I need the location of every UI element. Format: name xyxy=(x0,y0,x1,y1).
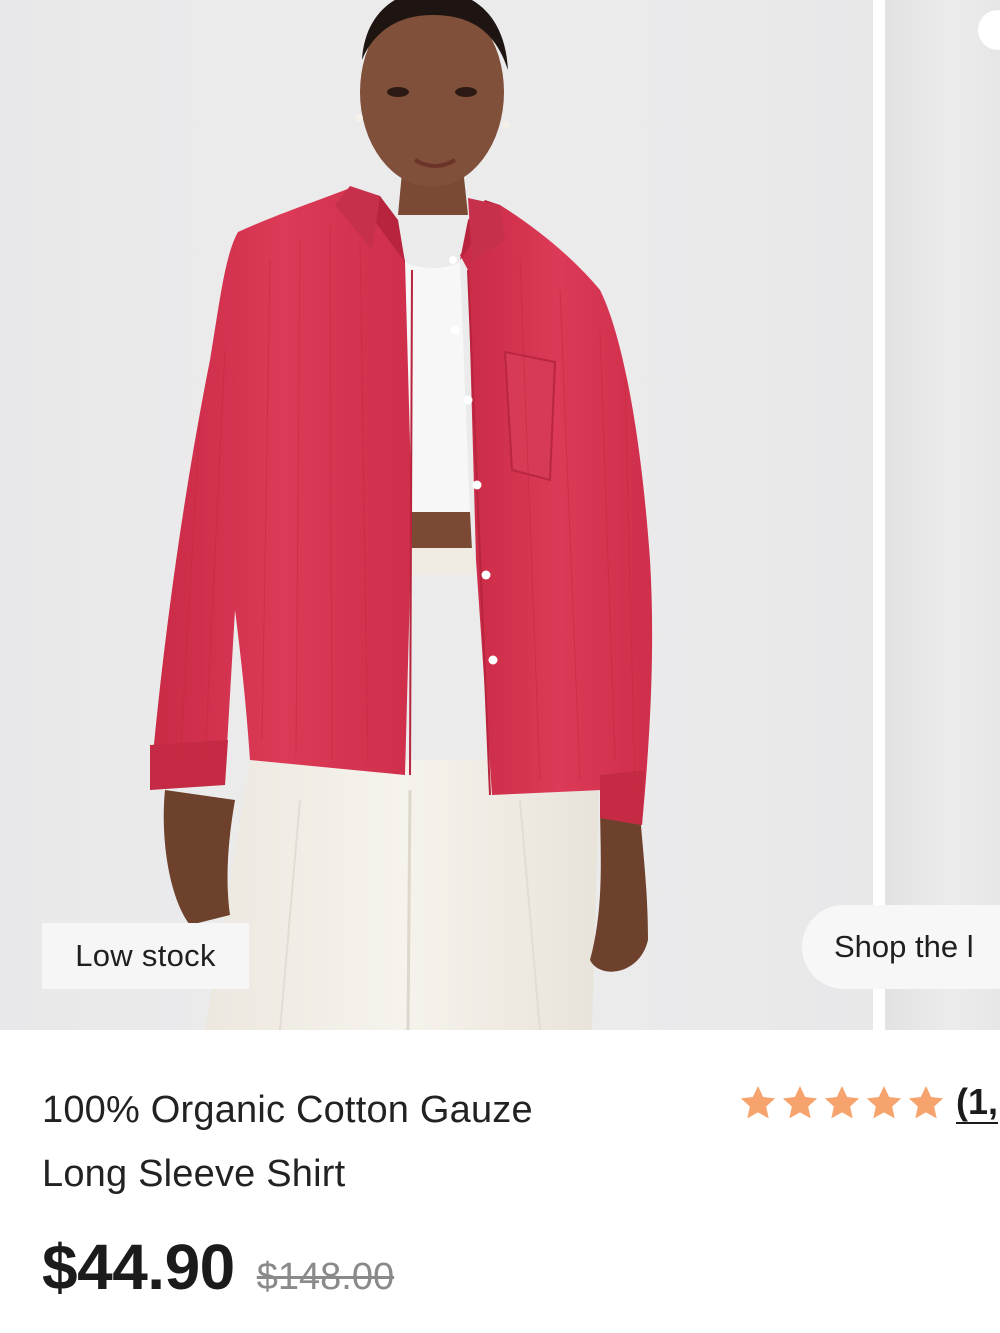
sale-price: $44.90 xyxy=(42,1231,235,1303)
low-stock-badge: Low stock xyxy=(42,923,249,989)
shop-the-look-button[interactable]: Shop the l xyxy=(802,905,1000,989)
review-count-link[interactable]: (1, xyxy=(956,1082,999,1124)
star-icon xyxy=(782,1086,818,1119)
next-product-image[interactable] xyxy=(885,0,1000,1030)
star-icon xyxy=(740,1086,776,1119)
product-image[interactable] xyxy=(0,0,873,1030)
rating-stars xyxy=(738,1083,946,1123)
product-title[interactable]: 100% Organic Cotton Gauze Long Sleeve Sh… xyxy=(42,1078,682,1206)
original-price: $148.00 xyxy=(256,1256,395,1298)
product-rating[interactable]: (1, xyxy=(738,1082,999,1124)
model-photo-illustration xyxy=(0,0,873,1030)
next-image-backdrop xyxy=(885,0,1000,1030)
star-icon xyxy=(866,1086,902,1119)
product-title-line-2: Long Sleeve Shirt xyxy=(42,1153,346,1195)
price-row: $44.90 $148.00 xyxy=(42,1230,394,1304)
product-image-carousel[interactable]: Low stock Shop the l xyxy=(0,0,1000,1030)
star-icon xyxy=(908,1086,944,1119)
star-icon xyxy=(824,1086,860,1119)
product-title-line-1: 100% Organic Cotton Gauze xyxy=(42,1089,533,1131)
